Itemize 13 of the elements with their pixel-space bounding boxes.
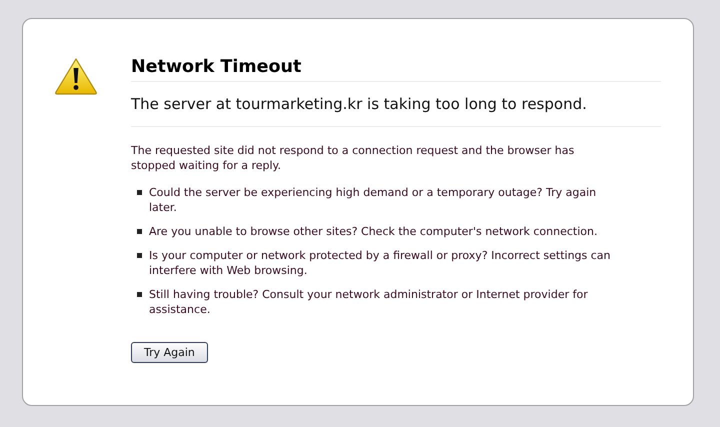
error-title: Network Timeout: [131, 57, 661, 82]
error-description: The requested site did not respond to a connection request and the browser has stopped waiting for a reply.: [131, 143, 576, 173]
suggestion-text: Still having trouble? Consult your network administrator or Internet provider for assistance.: [149, 287, 589, 317]
suggestion-text: Could the server be experiencing high demand or a temporary outage? Try again later.: [149, 185, 598, 215]
bullet-icon: [137, 253, 142, 258]
try-again-button[interactable]: Try Again: [131, 342, 208, 363]
warning-icon: [54, 57, 98, 95]
bullet-icon: [137, 229, 142, 234]
suggestion-text: Are you unable to browse other sites? Check the computer's network connection.: [149, 224, 598, 239]
error-message: The server at tourmarketing.kr is taking too long to respond.: [131, 82, 661, 127]
suggestion-text: Is your computer or network protected by a firewall or proxy? Incorrect settings can interfere with Web browsing.: [149, 248, 612, 278]
bullet-icon: [137, 292, 142, 297]
bullet-icon: [137, 190, 142, 195]
